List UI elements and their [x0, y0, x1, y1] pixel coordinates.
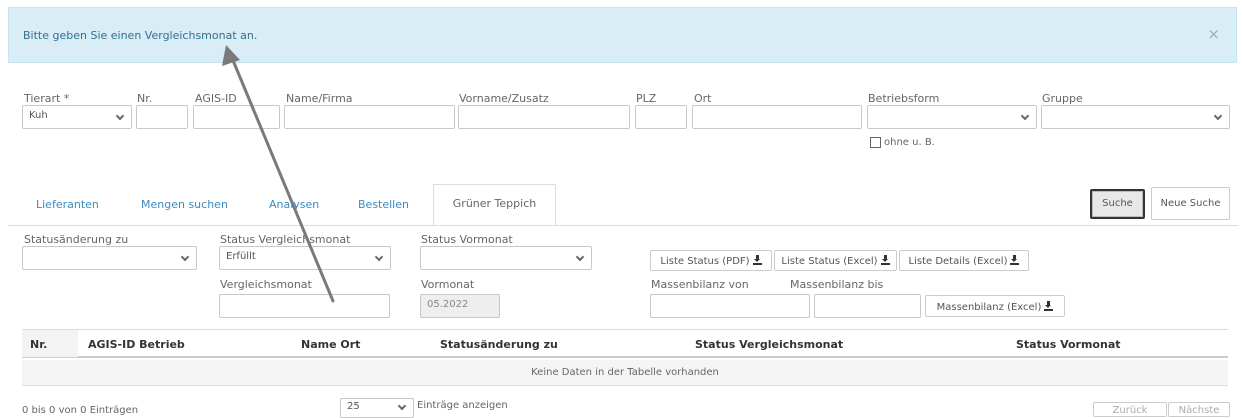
alert-message: Bitte geben Sie einen Vergleichsmonat an… [23, 29, 258, 42]
status-vergleichsmonat-label: Status Vergleichsmonat [220, 233, 351, 246]
gruppe-label: Gruppe [1042, 92, 1083, 105]
tab-divider [8, 225, 1238, 226]
column-nr[interactable]: Nr. [30, 338, 47, 351]
agis-id-label: AGIS-ID [195, 92, 237, 105]
column-name-ort[interactable]: Name Ort [301, 338, 360, 351]
chevron-down-icon [1213, 111, 1223, 121]
prev-page-button[interactable]: Zurück [1093, 402, 1167, 417]
statusaenderung-select[interactable] [22, 246, 197, 270]
tab-gruener-teppich[interactable]: Grüner Teppich [433, 184, 556, 226]
tierart-value: Kuh [29, 110, 48, 121]
column-statusaenderung[interactable]: Statusänderung zu [440, 338, 558, 351]
liste-details-excel-label: Liste Details (Excel) [908, 256, 1008, 267]
page-length-suffix: Einträge anzeigen [417, 400, 508, 411]
chevron-down-icon [575, 252, 585, 262]
page-length-value: 25 [347, 401, 360, 412]
chevron-down-icon [115, 111, 125, 121]
tab-lieferanten[interactable]: Lieferanten [36, 198, 99, 211]
liste-status-pdf-label: Liste Status (PDF) [660, 256, 750, 267]
suche-button[interactable]: Suche [1090, 189, 1145, 219]
massenbilanz-bis-input[interactable] [814, 294, 921, 318]
plz-label: PLZ [636, 92, 657, 105]
column-status-vormonat[interactable]: Status Vormonat [1016, 338, 1121, 351]
tab-analysen[interactable]: Analysen [269, 198, 319, 211]
close-icon[interactable]: × [1207, 25, 1220, 43]
vorname-zusatz-input[interactable] [458, 105, 630, 129]
table-empty-row: Keine Daten in der Tabelle vorhanden [22, 360, 1228, 386]
massenbilanz-von-label: Massenbilanz von [651, 278, 749, 291]
column-status-vergleichsmonat[interactable]: Status Vergleichsmonat [695, 338, 843, 351]
tab-mengen-suchen[interactable]: Mengen suchen [141, 198, 228, 211]
page-length-select[interactable]: 25 [340, 398, 414, 418]
liste-details-excel-button[interactable]: Liste Details (Excel) [899, 250, 1029, 271]
vormonat-input: 05.2022 [420, 294, 500, 318]
column-agis-id-betrieb[interactable]: AGIS-ID Betrieb [88, 338, 185, 351]
tierart-label: Tierart * [24, 92, 70, 105]
statusaenderung-label: Statusänderung zu [24, 233, 129, 246]
chevron-down-icon [180, 252, 190, 262]
info-alert: Bitte geben Sie einen Vergleichsmonat an… [8, 7, 1237, 63]
ohne-label: ohne u. B. [884, 137, 935, 148]
liste-status-pdf-button[interactable]: Liste Status (PDF) [650, 250, 772, 271]
betriebsform-select[interactable] [867, 105, 1037, 129]
nr-label: Nr. [137, 92, 153, 105]
ort-input[interactable] [692, 105, 862, 129]
status-vergleichsmonat-value: Erfüllt [226, 251, 256, 262]
chevron-down-icon [397, 401, 407, 411]
tierart-select[interactable]: Kuh [22, 105, 132, 129]
vergleichsmonat-input[interactable] [219, 294, 390, 318]
table-info: 0 bis 0 von 0 Einträgen [22, 405, 139, 416]
name-firma-label: Name/Firma [286, 92, 353, 105]
gruppe-select[interactable] [1041, 105, 1230, 129]
massenbilanz-excel-button[interactable]: Massenbilanz (Excel) [925, 295, 1065, 317]
agis-id-input[interactable] [193, 105, 280, 129]
ohne-checkbox[interactable] [870, 137, 881, 148]
vorname-zusatz-label: Vorname/Zusatz [459, 92, 549, 105]
massenbilanz-von-input[interactable] [650, 294, 810, 318]
massenbilanz-bis-label: Massenbilanz bis [790, 278, 884, 291]
status-vormonat-select[interactable] [420, 246, 592, 270]
download-icon [1010, 255, 1020, 265]
chevron-down-icon [374, 252, 384, 262]
next-page-button[interactable]: Nächste [1168, 402, 1230, 417]
neue-suche-button[interactable]: Neue Suche [1151, 187, 1230, 220]
download-icon [880, 255, 890, 265]
vergleichsmonat-label: Vergleichsmonat [220, 278, 312, 291]
plz-input[interactable] [635, 105, 687, 129]
tab-bestellen[interactable]: Bestellen [358, 198, 409, 211]
liste-status-excel-button[interactable]: Liste Status (Excel) [774, 250, 897, 271]
name-firma-input[interactable] [284, 105, 455, 129]
status-vormonat-label: Status Vormonat [421, 233, 513, 246]
vormonat-label: Vormonat [421, 278, 475, 291]
download-icon [1044, 301, 1054, 311]
ort-label: Ort [694, 92, 712, 105]
table-header: Nr. AGIS-ID Betrieb Name Ort Statusänder… [22, 329, 1228, 358]
liste-status-excel-label: Liste Status (Excel) [781, 256, 878, 267]
status-vergleichsmonat-select[interactable]: Erfüllt [219, 246, 391, 270]
massenbilanz-excel-label: Massenbilanz (Excel) [936, 302, 1042, 313]
chevron-down-icon [1020, 111, 1030, 121]
download-icon [752, 255, 762, 265]
betriebsform-label: Betriebsform [868, 92, 940, 105]
nr-input[interactable] [136, 105, 188, 129]
